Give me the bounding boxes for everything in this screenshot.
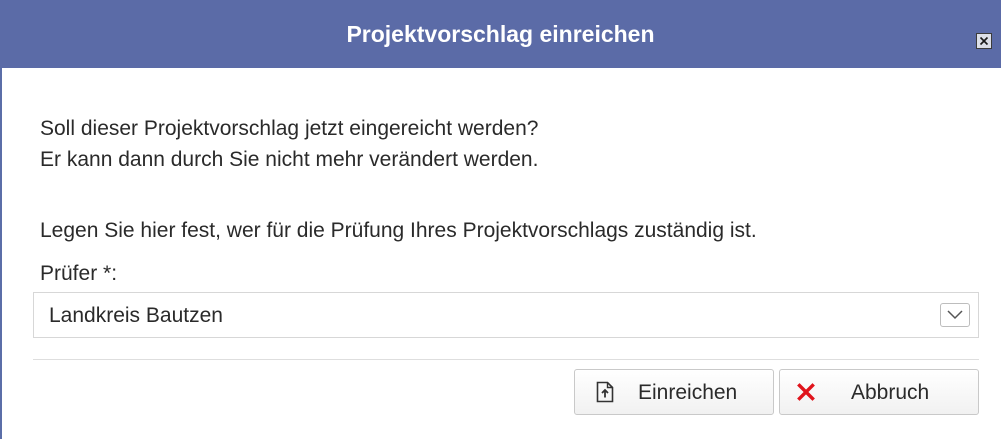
cancel-button-label: Abbruch <box>851 381 930 404</box>
footer-divider <box>33 359 979 360</box>
submit-button[interactable]: Einreichen <box>574 369 774 415</box>
dialog-left-border <box>0 68 2 439</box>
close-button[interactable] <box>976 33 992 49</box>
cancel-button[interactable]: Abbruch <box>779 369 979 415</box>
dialog-title: Projektvorschlag einreichen <box>346 21 655 47</box>
submit-button-label: Einreichen <box>638 381 738 404</box>
message-line-2: Er kann dann durch Sie nicht mehr veränd… <box>40 148 539 171</box>
close-icon <box>979 36 989 46</box>
chevron-down-icon <box>947 310 963 320</box>
submit-dialog: Projektvorschlag einreichen Soll dieser … <box>0 0 1001 439</box>
reviewer-select[interactable]: Landkreis Bautzen <box>33 292 979 338</box>
message-line-1: Soll dieser Projektvorschlag jetzt einge… <box>40 117 539 140</box>
instruction-text: Legen Sie hier fest, wer für die Prüfung… <box>40 219 757 242</box>
file-upload-icon <box>596 381 614 408</box>
reviewer-label: Prüfer *: <box>40 262 118 285</box>
dialog-titlebar: Projektvorschlag einreichen <box>0 0 1001 68</box>
x-icon <box>797 383 815 406</box>
dropdown-toggle[interactable] <box>940 303 970 327</box>
reviewer-select-value: Landkreis Bautzen <box>49 304 223 327</box>
